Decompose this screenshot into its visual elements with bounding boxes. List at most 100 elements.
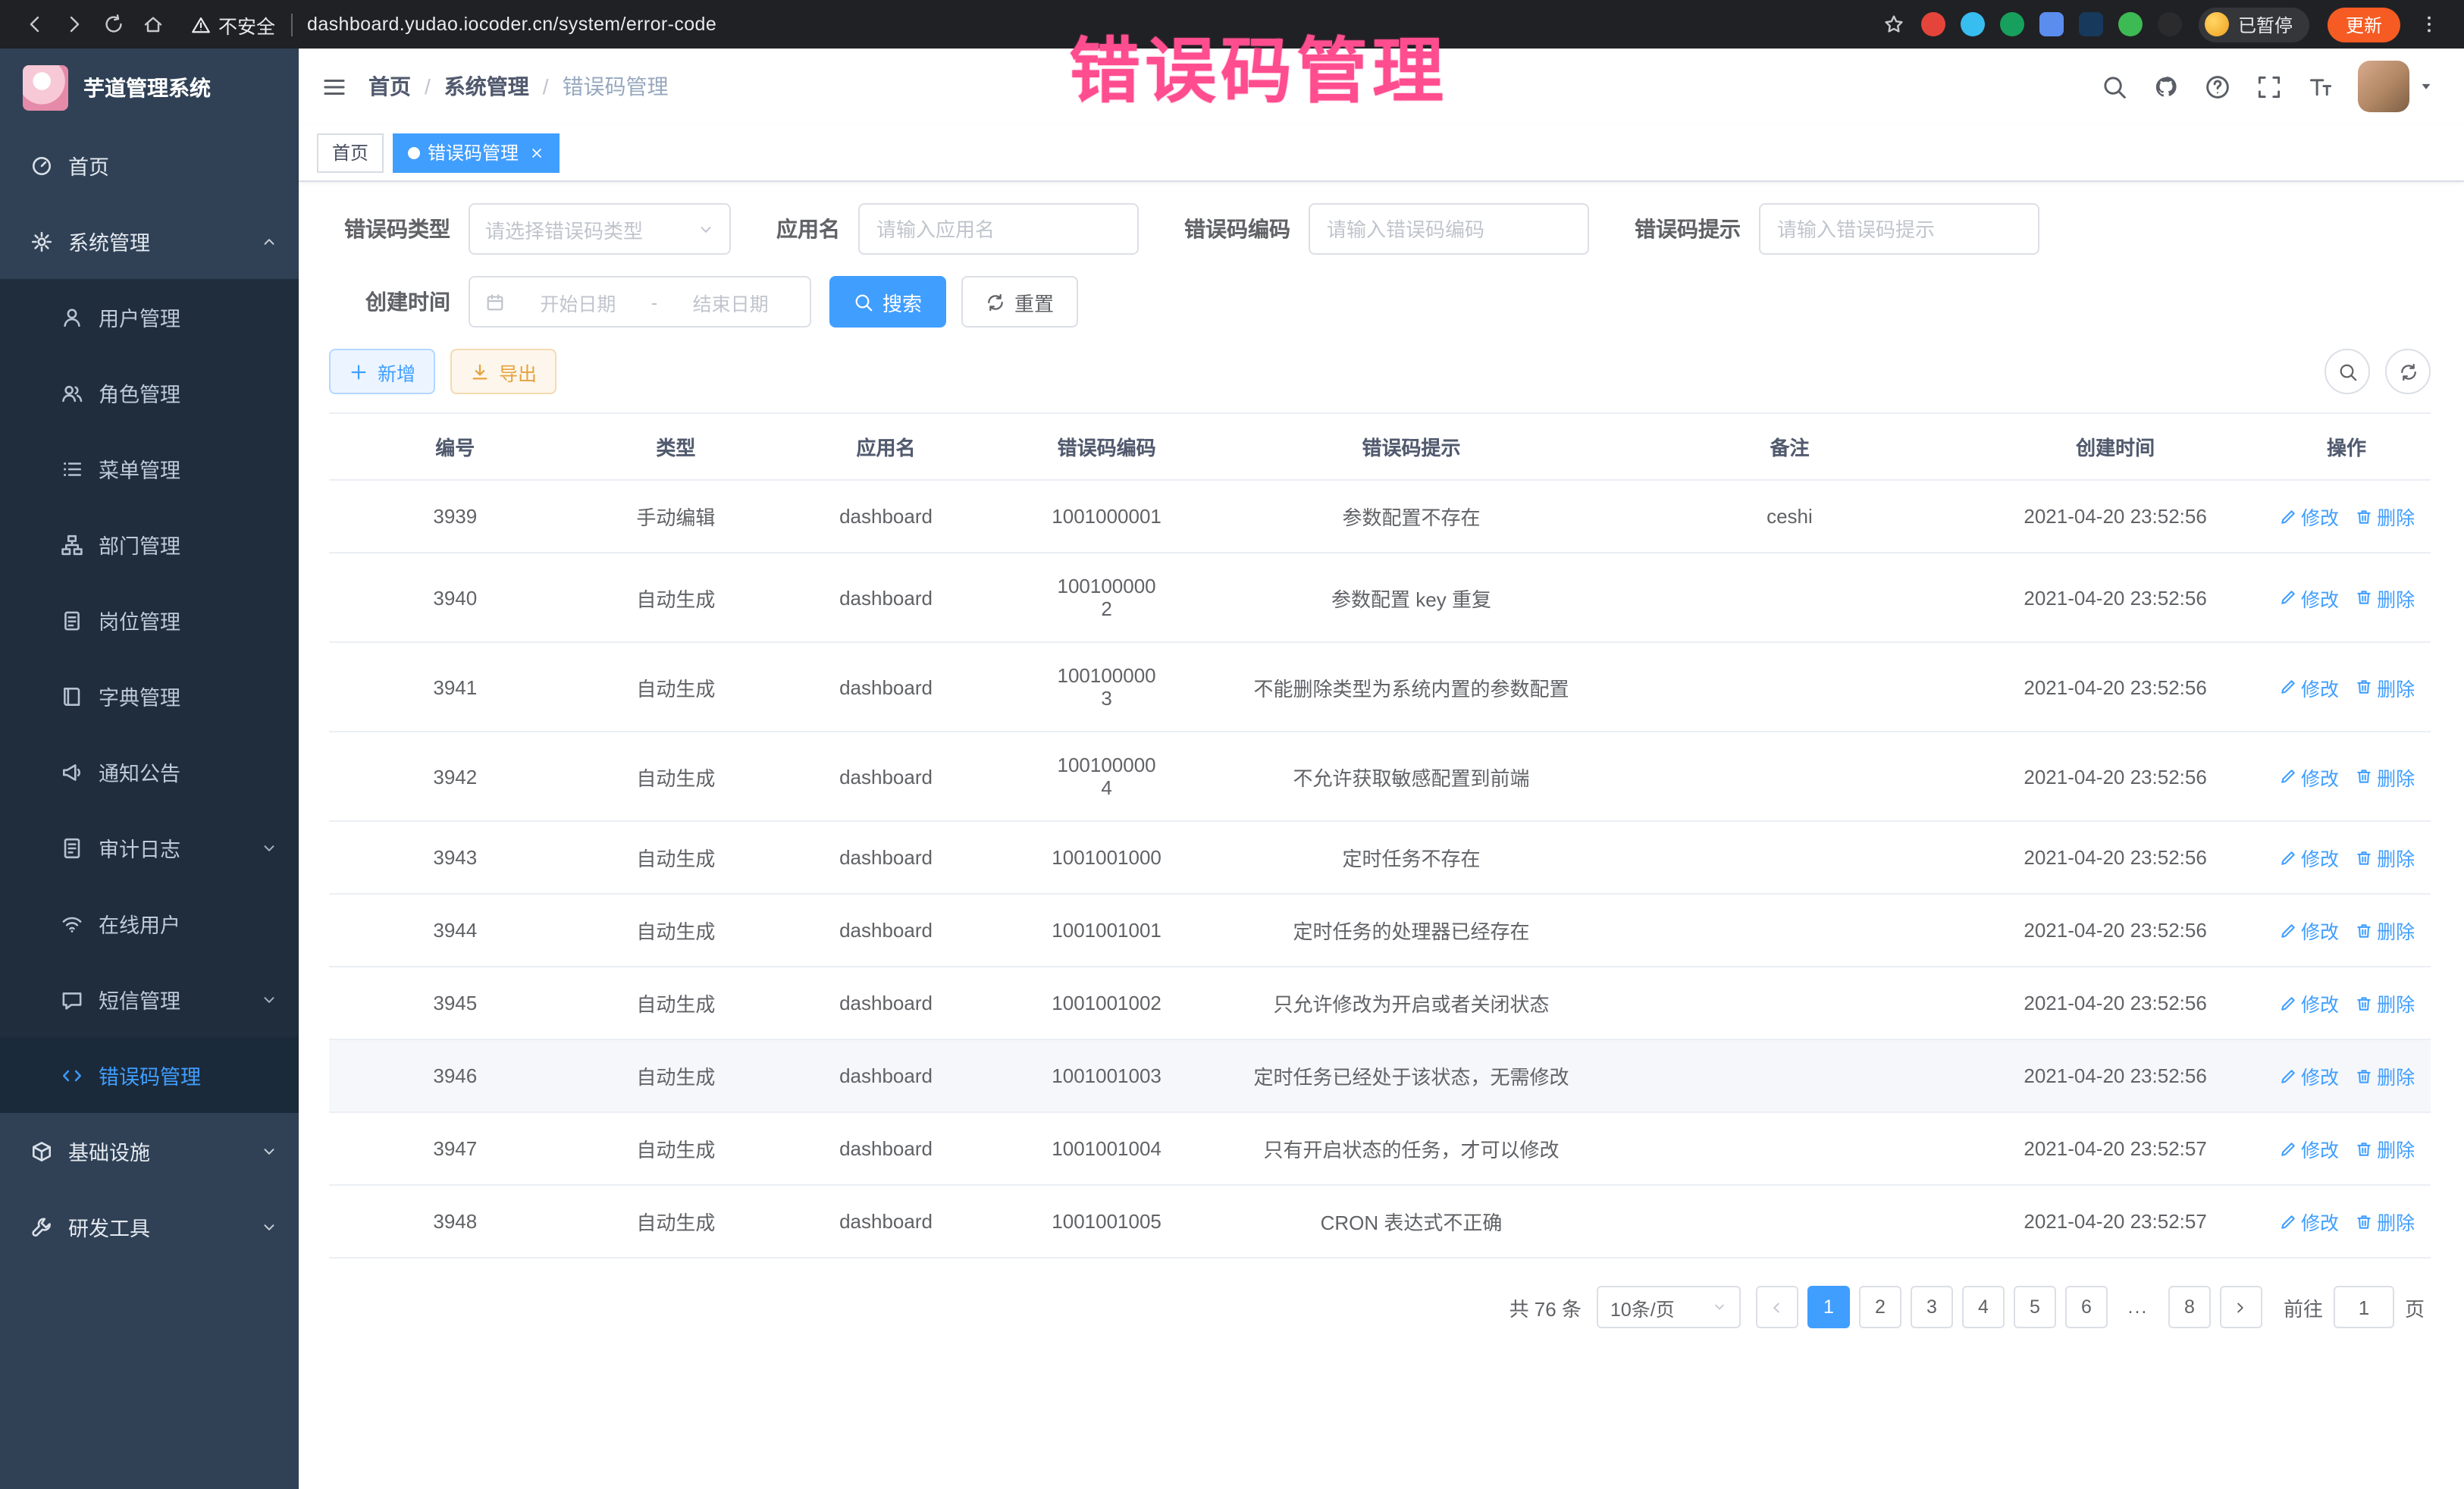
next-page-button[interactable] <box>2220 1286 2262 1328</box>
browser-menu-icon[interactable] <box>2409 5 2449 44</box>
tab-error-code[interactable]: 错误码管理 <box>393 133 560 172</box>
refresh-table-button[interactable] <box>2385 349 2431 394</box>
delete-link[interactable]: 删除 <box>2354 583 2415 612</box>
tab-home[interactable]: 首页 <box>317 133 384 172</box>
github-button[interactable] <box>2140 61 2191 112</box>
reset-button[interactable]: 重置 <box>961 276 1078 328</box>
delete-link[interactable]: 删除 <box>2354 672 2415 701</box>
browser-forward-button[interactable] <box>55 5 94 44</box>
cell-message: 不允许获取敏感配置到前端 <box>1212 732 1611 821</box>
cell-code: 1001001001 <box>1002 894 1212 967</box>
sidebar-item-infra[interactable]: 基础设施 <box>0 1113 299 1189</box>
header-search-button[interactable] <box>2088 61 2140 112</box>
page-button-6[interactable]: 6 <box>2065 1286 2108 1328</box>
delete-link[interactable]: 删除 <box>2354 1134 2415 1163</box>
user-avatar[interactable] <box>2358 61 2409 112</box>
edit-link[interactable]: 修改 <box>2278 843 2339 872</box>
sidebar-item-online-user[interactable]: 在线用户 <box>0 886 299 961</box>
create-time-range-picker[interactable]: 开始日期 - 结束日期 <box>469 276 811 328</box>
edit-link[interactable]: 修改 <box>2278 762 2339 791</box>
extension-icon[interactable] <box>1921 12 1945 36</box>
sidebar-item-audit-log[interactable]: 审计日志 <box>0 810 299 886</box>
logo-image <box>23 65 68 111</box>
error-code-input[interactable] <box>1309 203 1589 255</box>
delete-link[interactable]: 删除 <box>2354 843 2415 872</box>
sidebar-item-label: 基础设施 <box>68 1136 246 1166</box>
delete-link[interactable]: 删除 <box>2354 916 2415 945</box>
edit-link[interactable]: 修改 <box>2278 1061 2339 1090</box>
edit-link[interactable]: 修改 <box>2278 672 2339 701</box>
sidebar-item-sms[interactable]: 短信管理 <box>0 961 299 1037</box>
breadcrumb-home[interactable]: 首页 <box>368 71 411 102</box>
page-button-8[interactable]: 8 <box>2168 1286 2211 1328</box>
sidebar-item-menu[interactable]: 菜单管理 <box>0 431 299 506</box>
tab-close-icon[interactable] <box>529 145 544 160</box>
sidebar-toggle[interactable] <box>299 49 368 124</box>
export-button[interactable]: 导出 <box>450 349 556 394</box>
cell-code: 1001001004 <box>1002 1112 1212 1185</box>
extension-icon[interactable] <box>2000 12 2024 36</box>
fullscreen-button[interactable] <box>2243 61 2294 112</box>
prev-page-button[interactable] <box>1756 1286 1798 1328</box>
extension-icon[interactable] <box>2118 12 2143 36</box>
extension-icon[interactable] <box>1961 12 1985 36</box>
edit-link[interactable]: 修改 <box>2278 989 2339 1017</box>
delete-link[interactable]: 删除 <box>2354 1207 2415 1236</box>
edit-link[interactable]: 修改 <box>2278 502 2339 531</box>
sidebar-item-home[interactable]: 首页 <box>0 127 299 203</box>
site-security-label[interactable]: 不安全 <box>191 10 275 39</box>
pencil-icon <box>2278 848 2296 867</box>
edit-link[interactable]: 修改 <box>2278 583 2339 612</box>
sidebar-item-notice[interactable]: 通知公告 <box>0 734 299 810</box>
pagination: 共 76 条 10条/页 123456...8 前往 页 <box>335 1286 2425 1328</box>
extension-icon[interactable] <box>2158 12 2182 36</box>
sidebar-item-system[interactable]: 系统管理 <box>0 203 299 279</box>
page-ellipsis[interactable]: ... <box>2117 1286 2159 1328</box>
page-button-2[interactable]: 2 <box>1859 1286 1901 1328</box>
delete-link[interactable]: 删除 <box>2354 502 2415 531</box>
page-button-3[interactable]: 3 <box>1911 1286 1953 1328</box>
browser-reload-button[interactable] <box>94 5 133 44</box>
font-size-button[interactable] <box>2294 61 2346 112</box>
breadcrumb-system[interactable]: 系统管理 <box>444 71 529 102</box>
search-button[interactable]: 搜索 <box>829 276 946 328</box>
page-button-1[interactable]: 1 <box>1807 1286 1850 1328</box>
delete-link[interactable]: 删除 <box>2354 762 2415 791</box>
help-button[interactable] <box>2191 61 2243 112</box>
goto-page-input[interactable] <box>2334 1286 2394 1328</box>
browser-update-button[interactable]: 更新 <box>2328 7 2400 42</box>
cell-actions: 修改删除 <box>2262 967 2431 1039</box>
avatar-menu-button[interactable] <box>2409 61 2443 112</box>
error-type-select[interactable]: 请选择错误码类型 <box>469 203 731 255</box>
sidebar: 芋道管理系统 首页系统管理用户管理角色管理菜单管理部门管理岗位管理字典管理通知公… <box>0 49 299 1489</box>
page-size-select[interactable]: 10条/页 <box>1597 1286 1741 1328</box>
security-text: 不安全 <box>218 10 275 39</box>
delete-link[interactable]: 删除 <box>2354 989 2415 1017</box>
edit-link[interactable]: 修改 <box>2278 1207 2339 1236</box>
sidebar-item-post[interactable]: 岗位管理 <box>0 582 299 658</box>
edit-link[interactable]: 修改 <box>2278 1134 2339 1163</box>
sidebar-item-error-code[interactable]: 错误码管理 <box>0 1037 299 1113</box>
page-button-5[interactable]: 5 <box>2014 1286 2056 1328</box>
delete-link[interactable]: 删除 <box>2354 1061 2415 1090</box>
toggle-search-button[interactable] <box>2324 349 2370 394</box>
app-name-input[interactable] <box>858 203 1139 255</box>
extension-icon[interactable] <box>2079 12 2103 36</box>
bookmark-star-icon[interactable] <box>1874 5 1914 44</box>
sidebar-item-dept[interactable]: 部门管理 <box>0 506 299 582</box>
extension-paused-badge[interactable]: 已暂停 <box>2199 7 2309 42</box>
address-bar[interactable]: dashboard.yudao.iocoder.cn/system/error-… <box>307 14 716 35</box>
error-message-input[interactable] <box>1759 203 2039 255</box>
page-button-4[interactable]: 4 <box>1962 1286 2005 1328</box>
sidebar-item-user[interactable]: 用户管理 <box>0 279 299 355</box>
browser-back-button[interactable] <box>15 5 55 44</box>
total-count: 共 76 条 <box>1509 1293 1582 1321</box>
add-button[interactable]: 新增 <box>329 349 435 394</box>
sidebar-item-dict[interactable]: 字典管理 <box>0 658 299 734</box>
sidebar-item-role[interactable]: 角色管理 <box>0 355 299 431</box>
extension-icon[interactable] <box>2039 12 2064 36</box>
sidebar-item-dev-tools[interactable]: 研发工具 <box>0 1189 299 1265</box>
browser-home-button[interactable] <box>133 5 173 44</box>
edit-link[interactable]: 修改 <box>2278 916 2339 945</box>
app-logo[interactable]: 芋道管理系统 <box>0 49 299 127</box>
